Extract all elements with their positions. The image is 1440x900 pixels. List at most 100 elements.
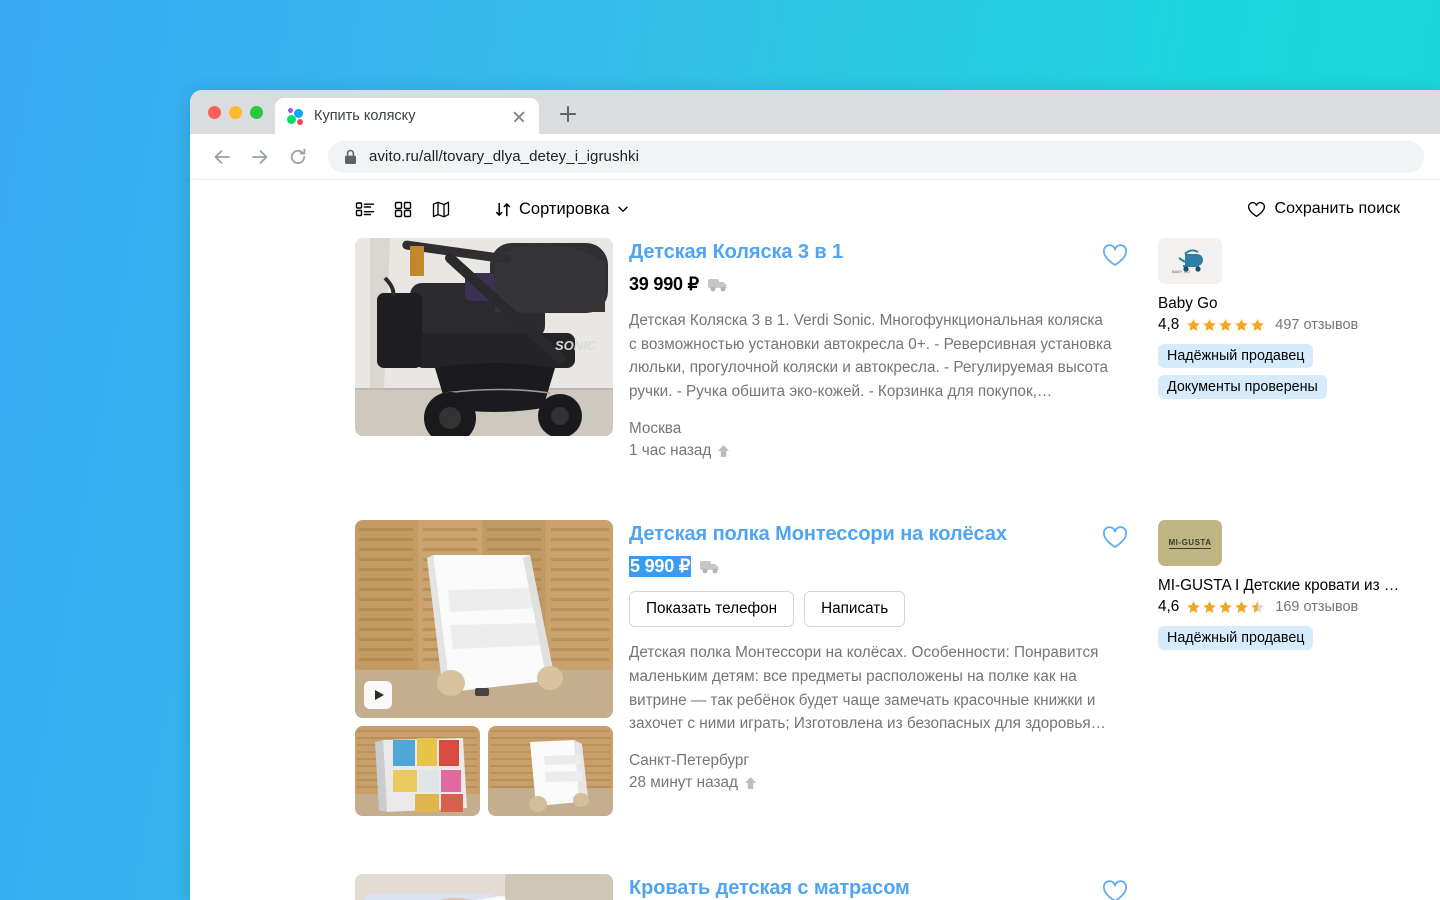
sort-dropdown[interactable]: Сортировка: [495, 200, 629, 219]
sort-label: Сортировка: [519, 200, 610, 219]
seller-rating: 4,8: [1158, 316, 1179, 334]
tab-title: Купить коляску: [314, 108, 499, 124]
listing-location: Москва: [629, 418, 1112, 440]
browser-window: Купить коляску avito.r: [190, 90, 1440, 900]
map-view-icon[interactable]: [431, 199, 451, 219]
star-icon: [1202, 600, 1217, 615]
svg-text:SONIC: SONIC: [555, 338, 597, 353]
seller-name[interactable]: MI-GUSTA I Детские кровати из …: [1158, 577, 1400, 595]
listing-description: Детская Коляска 3 в 1. Verdi Sonic. Мног…: [629, 309, 1112, 404]
listing-thumbnails: [355, 726, 613, 816]
baby-crib-photo: [355, 874, 613, 900]
favorite-button[interactable]: [1102, 526, 1128, 552]
heart-icon: [1102, 526, 1128, 549]
listing-item: SONIC Детская Коляска 3 в 1 39 990 ₽: [355, 238, 1400, 462]
promoted-arrow-icon: [717, 444, 730, 458]
listing-info: Детская полка Монтессори на колёсах 5 99…: [629, 520, 1112, 816]
browser-navbar: avito.ru/all/tovary_dlya_detey_i_igrushk…: [190, 134, 1440, 180]
star-icon: [1186, 600, 1201, 615]
listing-thumbnail[interactable]: [355, 726, 480, 816]
listing-title[interactable]: Детская полка Монтессори на колёсах: [629, 522, 1112, 547]
star-icon: [1218, 600, 1233, 615]
listing-time: 1 час назад: [629, 440, 711, 462]
seller-rating: 4,6: [1158, 598, 1179, 616]
save-search-button[interactable]: Сохранить поиск: [1247, 200, 1400, 218]
favorite-button[interactable]: [1102, 880, 1128, 900]
favorite-button[interactable]: [1102, 244, 1128, 270]
listing-location: Санкт-Петербург: [629, 750, 1112, 772]
maximize-window-button[interactable]: [250, 106, 263, 119]
reload-icon: [288, 147, 308, 167]
listings-list: SONIC Детская Коляска 3 в 1 39 990 ₽: [190, 238, 1440, 900]
delivery-truck-icon: [708, 277, 728, 292]
listing-price-row: 39 990 ₽: [629, 274, 1112, 295]
seller-reviews-count: 169 отзывов: [1275, 599, 1358, 615]
grid-view-icon[interactable]: [393, 199, 413, 219]
back-arrow-icon: [212, 147, 232, 167]
listing-item: Кровать детская с матрасом 6 000 ₽: [355, 874, 1400, 900]
forward-button[interactable]: [244, 141, 276, 173]
window-controls: [204, 90, 275, 134]
avito-search-results-page: Сортировка Сохранить поиск: [190, 180, 1440, 900]
browser-tab[interactable]: Купить коляску: [275, 98, 539, 134]
montessori-shelf-photo: [355, 520, 613, 718]
view-mode-switcher: [355, 199, 451, 219]
write-message-button[interactable]: Написать: [804, 591, 905, 627]
play-video-button[interactable]: [364, 681, 392, 709]
listing-time: 28 минут назад: [629, 772, 738, 794]
status-badge: Документы проверены: [1158, 375, 1327, 399]
star-icon: [1186, 318, 1201, 333]
listing-item: Детская полка Монтессори на колёсах 5 99…: [355, 520, 1400, 816]
seller-card: [1128, 874, 1400, 900]
listing-meta: Москва 1 час назад: [629, 418, 1112, 462]
close-window-button[interactable]: [208, 106, 221, 119]
listing-gallery: SONIC: [355, 238, 613, 462]
close-tab-icon[interactable]: [509, 106, 529, 126]
listing-title[interactable]: Детская Коляска 3 в 1: [629, 240, 1112, 265]
heart-icon: [1247, 201, 1266, 218]
show-phone-button[interactable]: Показать телефон: [629, 591, 794, 627]
seller-badges: Надёжный продавец: [1158, 626, 1400, 650]
seller-card: MI-GUSTA MI-GUSTA I Детские кровати из ……: [1128, 520, 1400, 816]
listing-photo[interactable]: [355, 520, 613, 718]
chevron-down-icon: [617, 203, 629, 215]
forward-arrow-icon: [250, 147, 270, 167]
new-tab-button[interactable]: [551, 97, 585, 131]
seller-name[interactable]: Baby Go: [1158, 295, 1400, 313]
list-view-icon[interactable]: [355, 199, 375, 219]
shelf-with-books-photo: [355, 726, 480, 816]
star-icon: [1218, 318, 1233, 333]
mi-gusta-logo-icon: MI-GUSTA: [1169, 538, 1212, 549]
reload-button[interactable]: [282, 141, 314, 173]
listing-price: 5 990 ₽: [629, 556, 691, 577]
star-icon: [1250, 318, 1265, 333]
sort-arrows-icon: [495, 201, 512, 218]
seller-logo: BABY GO: [1158, 238, 1222, 284]
rating-stars: [1186, 318, 1265, 333]
status-badge: Надёжный продавец: [1158, 344, 1313, 368]
address-bar[interactable]: avito.ru/all/tovary_dlya_detey_i_igrushk…: [328, 141, 1424, 173]
back-button[interactable]: [206, 141, 238, 173]
listing-photo[interactable]: SONIC: [355, 238, 613, 436]
listing-gallery: [355, 520, 613, 816]
star-icon: [1202, 318, 1217, 333]
listing-title[interactable]: Кровать детская с матрасом: [629, 876, 1112, 900]
browser-tabstrip: Купить коляску: [190, 90, 1440, 134]
listing-photo[interactable]: [355, 874, 613, 900]
seller-card: BABY GO Baby Go 4,8 497 отзыво: [1128, 238, 1400, 462]
listing-meta: Санкт-Петербург 28 минут назад: [629, 750, 1112, 794]
seller-rating-row: 4,6 169 отзывов: [1158, 598, 1400, 616]
results-toolbar: Сортировка Сохранить поиск: [190, 180, 1440, 238]
heart-icon: [1102, 880, 1128, 900]
listing-price-row: 5 990 ₽: [629, 556, 1112, 577]
listing-actions: Показать телефон Написать: [629, 591, 1112, 627]
heart-icon: [1102, 244, 1128, 267]
listing-gallery: [355, 874, 613, 900]
seller-badges: Надёжный продавец Документы проверены: [1158, 344, 1400, 399]
star-half-icon: [1250, 600, 1265, 615]
save-search-label: Сохранить поиск: [1275, 200, 1400, 218]
listing-thumbnail[interactable]: [488, 726, 613, 816]
minimize-window-button[interactable]: [229, 106, 242, 119]
seller-rating-row: 4,8 497 отзывов: [1158, 316, 1400, 334]
rating-stars: [1186, 600, 1265, 615]
